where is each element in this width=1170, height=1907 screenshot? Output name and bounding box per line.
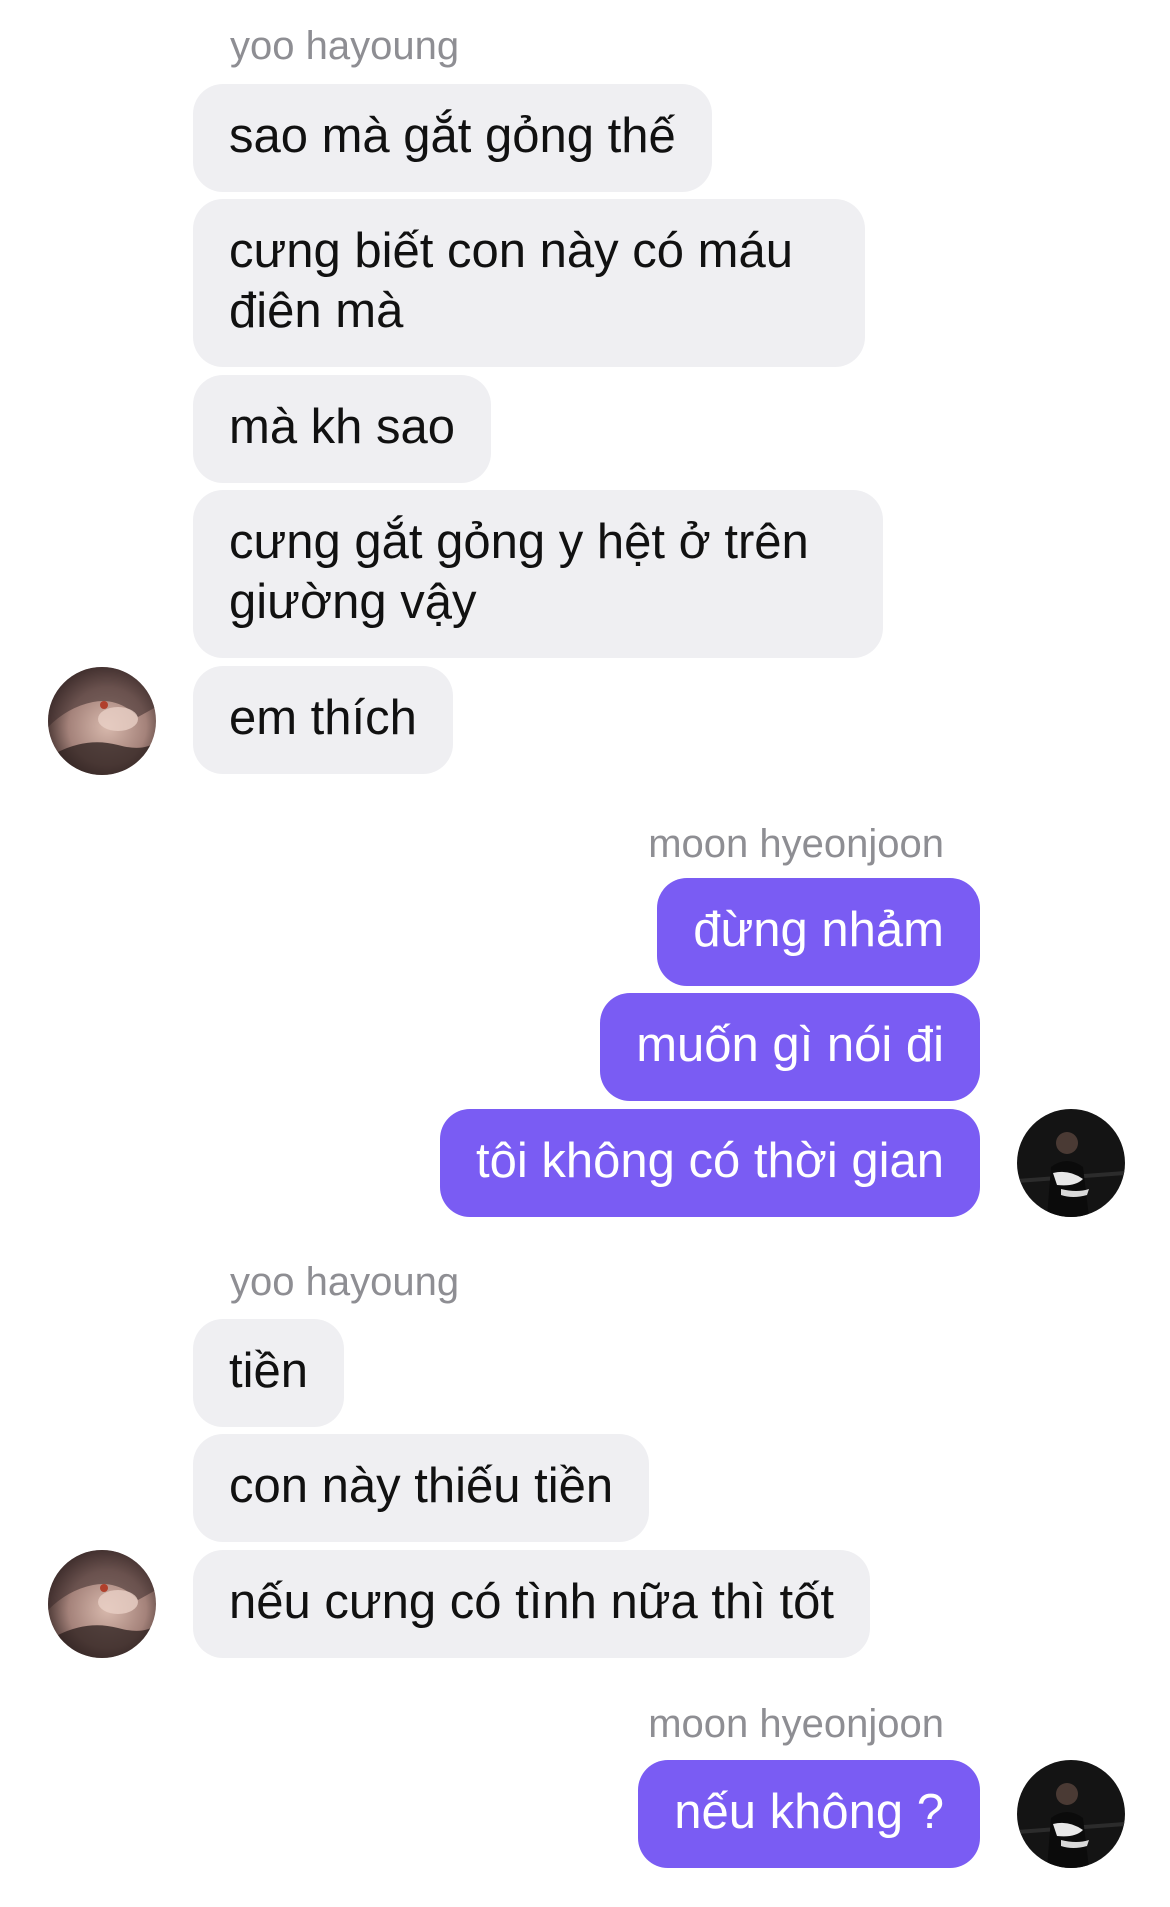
profile-photo-icon (1017, 1109, 1125, 1217)
message-bubble-incoming[interactable]: tiền (193, 1319, 345, 1427)
message-bubble-incoming[interactable]: nếu cưng có tình nữa thì tốt (193, 1550, 870, 1658)
message-bubble-outgoing[interactable]: muốn gì nói đi (600, 993, 980, 1101)
sender-name: moon hyeonjoon (648, 822, 944, 866)
sender-name: yoo hayoung (230, 24, 460, 68)
sender-name: moon hyeonjoon (648, 1702, 944, 1746)
sender-name: yoo hayoung (230, 1260, 460, 1304)
message-bubble-incoming[interactable]: em thích (193, 666, 453, 774)
avatar-moon-hyeonjoon[interactable] (1017, 1109, 1125, 1217)
message-bubble-outgoing[interactable]: đừng nhảm (657, 878, 980, 986)
profile-photo-icon (48, 1550, 156, 1658)
message-bubble-outgoing[interactable]: nếu không ? (638, 1760, 980, 1868)
message-bubble-incoming[interactable]: cưng biết con này có máu điên mà (193, 199, 865, 367)
profile-photo-icon (1017, 1760, 1125, 1868)
message-bubble-incoming[interactable]: mà kh sao (193, 375, 492, 483)
message-bubble-incoming[interactable]: con này thiếu tiền (193, 1434, 650, 1542)
avatar-yoo-hayoung[interactable] (48, 1550, 156, 1658)
avatar-moon-hyeonjoon[interactable] (1017, 1760, 1125, 1868)
message-bubble-incoming[interactable]: cưng gắt gỏng y hệt ở trên giường vậy (193, 490, 883, 658)
message-bubble-outgoing[interactable]: tôi không có thời gian (440, 1109, 980, 1217)
avatar-yoo-hayoung[interactable] (48, 667, 156, 775)
message-bubble-incoming[interactable]: sao mà gắt gỏng thế (193, 84, 712, 192)
profile-photo-icon (48, 667, 156, 775)
